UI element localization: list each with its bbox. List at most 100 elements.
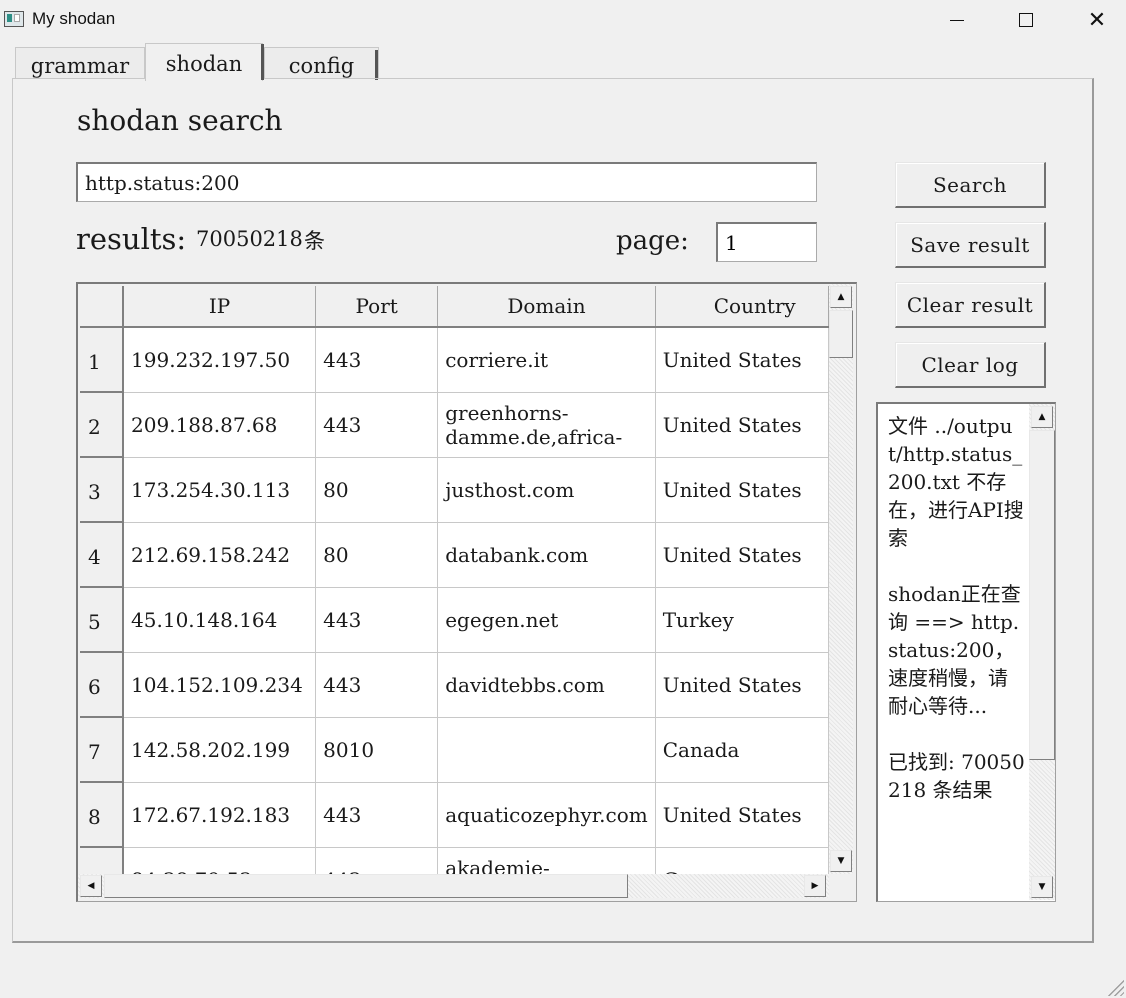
cell-domain[interactable]: akademie-schwabach.de	[437, 847, 656, 875]
cell-domain-text: akademie-schwabach.de	[445, 855, 550, 875]
page-input[interactable]	[716, 222, 817, 262]
tab-grammar[interactable]: grammar	[15, 47, 145, 79]
search-button[interactable]: Search	[895, 162, 1046, 208]
close-button[interactable]: ✕	[1074, 0, 1120, 40]
table-vertical-scroll-thumb[interactable]	[829, 310, 853, 358]
table-row[interactable]: 1 199.232.197.50 443 corriere.it United …	[80, 327, 829, 393]
row-number[interactable]: 2	[80, 392, 125, 458]
cell-port[interactable]: 80	[315, 457, 439, 523]
maximize-icon	[1019, 13, 1033, 27]
cell-domain[interactable]: justhost.com	[437, 457, 656, 523]
column-header-domain[interactable]: Domain	[437, 286, 656, 328]
table-viewport: IP Port Domain Country 1 199.232.197.50 …	[80, 286, 829, 874]
page-label: page:	[616, 226, 689, 256]
table-row[interactable]: 9 84.38.79.53 443 akademie-schwabach.de …	[80, 847, 829, 874]
cell-country[interactable]: United States	[655, 782, 829, 848]
clear-log-button[interactable]: Clear log	[895, 342, 1046, 388]
row-number[interactable]: 1	[80, 327, 125, 393]
row-number[interactable]: 7	[80, 717, 125, 783]
cell-domain[interactable]: greenhorns-damme.de,africa-ticket.de	[437, 392, 656, 458]
title-bar: My shodan ✕	[0, 0, 1126, 40]
tab-config[interactable]: config	[264, 47, 379, 80]
cell-country[interactable]: United States	[655, 327, 829, 393]
cell-country[interactable]: Turkey	[655, 587, 829, 653]
cell-port[interactable]: 443	[315, 847, 439, 874]
log-vertical-scrollbar[interactable]: ▲ ▼	[1029, 404, 1055, 900]
row-number[interactable]: 3	[80, 457, 125, 523]
search-input[interactable]	[76, 162, 817, 202]
cell-country[interactable]: United States	[655, 652, 829, 718]
table-horizontal-scroll-thumb[interactable]	[104, 874, 628, 898]
cell-ip[interactable]: 212.69.158.242	[123, 522, 317, 588]
page-title: shodan search	[77, 104, 283, 137]
row-number[interactable]: 4	[80, 522, 125, 588]
cell-country[interactable]: United States	[655, 457, 829, 523]
maximize-button[interactable]	[1003, 0, 1049, 40]
save-result-button[interactable]: Save result	[895, 222, 1046, 268]
cell-domain-text: greenhorns-damme.de,africa-ticket.de	[445, 400, 623, 449]
cell-ip[interactable]: 199.232.197.50	[123, 327, 317, 393]
cell-domain[interactable]: davidtebbs.com	[437, 652, 656, 718]
column-header-country[interactable]: Country	[655, 286, 829, 328]
cell-domain[interactable]: aquaticozephyr.com	[437, 782, 656, 848]
row-number[interactable]: 6	[80, 652, 125, 718]
cell-ip[interactable]: 84.38.79.53	[123, 847, 317, 874]
cell-ip[interactable]: 142.58.202.199	[123, 717, 317, 783]
cell-country[interactable]: Germany	[655, 847, 829, 874]
scroll-right-icon[interactable]: ▶	[804, 875, 826, 897]
clear-result-button[interactable]: Clear result	[895, 282, 1046, 328]
cell-country[interactable]: United States	[655, 392, 829, 458]
cell-ip[interactable]: 104.152.109.234	[123, 652, 317, 718]
row-number[interactable]: 5	[80, 587, 125, 653]
log-text: 文件 ../output/http.status_200.txt 不存在，进行A…	[888, 414, 1025, 802]
resize-grip-icon[interactable]	[1106, 978, 1124, 996]
log-scroll-thumb[interactable]	[1029, 430, 1055, 760]
cell-port[interactable]: 443	[315, 652, 439, 718]
cell-port[interactable]: 443	[315, 392, 439, 458]
cell-domain[interactable]: databank.com	[437, 522, 656, 588]
row-number[interactable]: 8	[80, 782, 125, 848]
table-row[interactable]: 4 212.69.158.242 80 databank.com United …	[80, 522, 829, 588]
results-unit: 条	[304, 229, 325, 253]
scroll-down-icon[interactable]: ▼	[830, 850, 852, 872]
table-vertical-scrollbar[interactable]: ▲ ▼	[829, 284, 853, 874]
table-row[interactable]: 7 142.58.202.199 8010 Canada	[80, 717, 829, 783]
cell-ip[interactable]: 172.67.192.183	[123, 782, 317, 848]
results-count: 70050218	[196, 227, 303, 251]
log-panel[interactable]: 文件 ../output/http.status_200.txt 不存在，进行A…	[876, 402, 1056, 902]
corner-header[interactable]	[80, 286, 125, 328]
scroll-left-icon[interactable]: ◀	[80, 875, 102, 897]
cell-port[interactable]: 80	[315, 522, 439, 588]
table-row[interactable]: 6 104.152.109.234 443 davidtebbs.com Uni…	[80, 652, 829, 718]
log-scroll-down-icon[interactable]: ▼	[1031, 876, 1053, 898]
log-scroll-up-icon[interactable]: ▲	[1031, 406, 1053, 428]
cell-port[interactable]: 8010	[315, 717, 439, 783]
table-row[interactable]: 2 209.188.87.68 443 greenhorns-damme.de,…	[80, 392, 829, 458]
cell-country[interactable]: United States	[655, 522, 829, 588]
table-row[interactable]: 8 172.67.192.183 443 aquaticozephyr.com …	[80, 782, 829, 848]
cell-port[interactable]: 443	[315, 587, 439, 653]
results-table: IP Port Domain Country 1 199.232.197.50 …	[76, 282, 857, 902]
scroll-up-icon[interactable]: ▲	[830, 286, 852, 308]
table-row[interactable]: 5 45.10.148.164 443 egegen.net Turkey	[80, 587, 829, 653]
window-title: My shodan	[32, 9, 116, 28]
column-header-ip[interactable]: IP	[123, 286, 317, 328]
table-horizontal-scrollbar[interactable]: ◀ ▶	[78, 874, 829, 898]
cell-ip[interactable]: 209.188.87.68	[123, 392, 317, 458]
cell-ip[interactable]: 45.10.148.164	[123, 587, 317, 653]
tab-shodan[interactable]: shodan	[145, 43, 264, 81]
minimize-button[interactable]	[934, 0, 980, 40]
cell-ip[interactable]: 173.254.30.113	[123, 457, 317, 523]
cell-port[interactable]: 443	[315, 327, 439, 393]
column-header-port[interactable]: Port	[315, 286, 439, 328]
cell-domain[interactable]: egegen.net	[437, 587, 656, 653]
results-label: results:	[76, 222, 187, 256]
app-icon	[4, 11, 24, 27]
table-row[interactable]: 3 173.254.30.113 80 justhost.com United …	[80, 457, 829, 523]
results-grid: IP Port Domain Country 1 199.232.197.50 …	[80, 286, 829, 874]
cell-country[interactable]: Canada	[655, 717, 829, 783]
row-number[interactable]: 9	[80, 847, 125, 874]
cell-port[interactable]: 443	[315, 782, 439, 848]
cell-domain[interactable]: corriere.it	[437, 327, 656, 393]
cell-domain[interactable]	[437, 717, 656, 783]
